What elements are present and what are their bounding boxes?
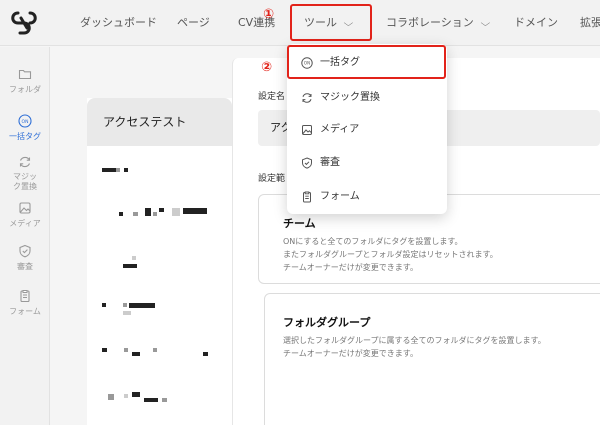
menu-item-review[interactable]: 審査 xyxy=(287,148,447,178)
chevron-down-icon: ⌵ xyxy=(480,19,490,29)
sidebar-item-folder[interactable]: フォルダ xyxy=(0,67,50,95)
nav-extensions-label: 拡張 xyxy=(580,16,600,29)
nav-extensions[interactable]: 拡張 xyxy=(580,0,600,46)
sidebar-item-media[interactable]: メディア xyxy=(0,201,50,229)
sidebar-item-review[interactable]: 審査 xyxy=(0,244,50,272)
option-description-line: ONにすると全てのフォルダにタグを設置します。 xyxy=(283,237,463,246)
annotation-highlight-bulk-tag xyxy=(287,45,446,79)
sidebar-item-label: 一括タグ xyxy=(9,132,41,141)
scope-option-folder-group[interactable]: フォルダグループ 選択したフォルダグループに属する全てのフォルダにタグを設置しま… xyxy=(264,293,600,425)
sidebar-item-label: メディア xyxy=(9,219,41,228)
annotation-highlight-tools xyxy=(290,4,372,41)
refresh-icon xyxy=(302,93,312,103)
sidebar-item-label: マジック置換 xyxy=(13,172,37,191)
nav-collaboration-label: コラボレーション xyxy=(386,16,474,29)
form-icon xyxy=(303,191,311,203)
sidebar-item-label: フォーム xyxy=(9,307,41,316)
nav-pages[interactable]: ページ xyxy=(177,0,210,46)
menu-item-form[interactable]: フォーム xyxy=(287,182,447,212)
option-description: 選択したフォルダグループに属する全てのフォルダにタグを設置します。 チームオーナ… xyxy=(283,334,600,360)
sidebar-item-magic-replace[interactable]: マジック置換 xyxy=(0,155,50,192)
media-icon xyxy=(302,125,312,135)
option-description-line: チームオーナーだけが変更できます。 xyxy=(283,263,418,272)
setting-name-label: 設定名 xyxy=(258,92,286,102)
nav-domain-label: ドメイン xyxy=(514,16,558,29)
annotation-marker-1: ① xyxy=(263,7,275,22)
form-icon xyxy=(20,290,30,303)
folder-icon xyxy=(18,69,32,80)
nav-dashboard[interactable]: ダッシュボード xyxy=(80,0,157,46)
option-description: ONにすると全てのフォルダにタグを設置します。 またフォルダグループとフォルダ設… xyxy=(283,235,600,274)
menu-item-label: フォーム xyxy=(320,191,360,202)
menu-item-magic-replace[interactable]: マジック置換 xyxy=(287,83,447,113)
nav-domain[interactable]: ドメイン xyxy=(514,0,558,46)
media-icon xyxy=(19,202,31,214)
on-badge: ON xyxy=(22,119,29,125)
on-tag-icon: ON xyxy=(18,114,32,128)
nav-pages-label: ページ xyxy=(177,16,210,29)
nav-collaboration[interactable]: コラボレーション ⌵ xyxy=(386,0,490,46)
menu-item-media[interactable]: メディア xyxy=(287,115,447,145)
list-header[interactable]: アクセステスト xyxy=(87,98,232,146)
menu-item-label: 審査 xyxy=(320,157,340,168)
sidebar-item-form[interactable]: フォーム xyxy=(0,289,50,317)
sidebar-item-bulk-tag[interactable]: ON 一括タグ xyxy=(0,108,50,152)
option-title: フォルダグループ xyxy=(283,316,371,329)
nav-dashboard-label: ダッシュボード xyxy=(80,16,157,29)
menu-item-label: マジック置換 xyxy=(320,92,380,103)
setting-scope-label: 設定範 xyxy=(258,174,286,184)
option-description-line: チームオーナーだけが変更できます。 xyxy=(283,349,418,358)
shield-icon xyxy=(302,157,312,169)
menu-item-label: メディア xyxy=(320,124,360,135)
sidebar-item-label: フォルダ xyxy=(9,85,41,94)
folder-list-panel: アクセステスト xyxy=(87,98,232,425)
shield-icon xyxy=(19,244,31,258)
option-title: チーム xyxy=(283,217,316,230)
refresh-icon xyxy=(19,156,31,168)
annotation-marker-2: ② xyxy=(261,60,273,75)
option-description-line: 選択したフォルダグループに属する全てのフォルダにタグを設置します。 xyxy=(283,336,546,345)
sidebar-item-label: 審査 xyxy=(17,262,33,271)
sidebar: フォルダ ON 一括タグ マジック置換 メディア 審査 フォーム xyxy=(0,47,50,425)
app-logo-icon[interactable] xyxy=(9,9,39,37)
option-description-line: またフォルダグループとフォルダ設定はリセットされます。 xyxy=(283,250,498,259)
